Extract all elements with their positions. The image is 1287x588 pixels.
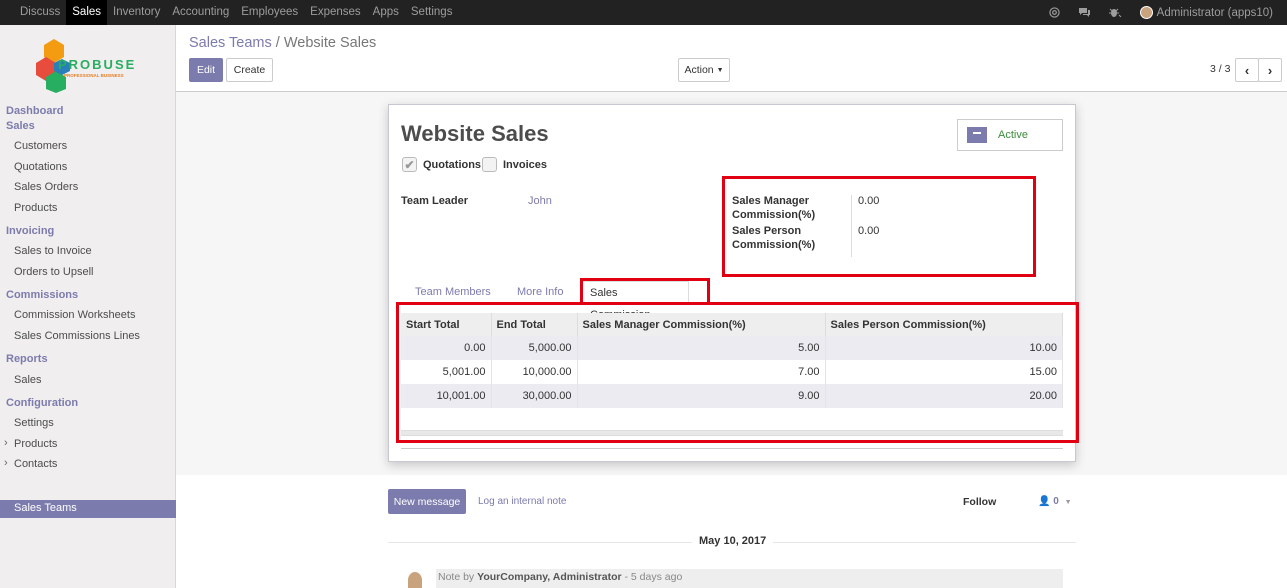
at-icon[interactable] xyxy=(1048,7,1060,18)
quotations-option[interactable]: ✔ Quotations xyxy=(402,157,481,172)
chevron-right-icon: › xyxy=(1267,62,1273,78)
caret-down-icon: ▼ xyxy=(1064,499,1072,506)
sidebar-item-customers[interactable]: Customers xyxy=(14,140,67,152)
active-toggle-button[interactable]: Active xyxy=(957,119,1063,151)
top-navbar: Discuss Sales Inventory Accounting Emplo… xyxy=(0,0,1287,25)
follow-button[interactable]: Follow xyxy=(963,496,996,508)
note-time: - 5 days ago xyxy=(624,571,683,583)
pager-previous-button[interactable]: ‹ xyxy=(1235,58,1259,82)
company-logo: PROBUSE PROFESSIONAL BUSINESS xyxy=(34,37,144,93)
message-date: May 10, 2017 xyxy=(692,535,774,547)
sidebar-item-config-products[interactable]: Products xyxy=(4,437,58,450)
author-avatar xyxy=(408,572,422,588)
sidebar-item-sales-orders[interactable]: Sales Orders xyxy=(14,181,78,193)
breadcrumb-current: Website Sales xyxy=(283,35,377,51)
sidebar-item-settings[interactable]: Settings xyxy=(14,417,54,429)
highlight-sales-commission-tab xyxy=(580,278,710,305)
invoices-label: Invoices xyxy=(503,158,548,171)
note-author[interactable]: YourCompany, Administrator xyxy=(477,571,621,583)
action-label: Action xyxy=(684,64,714,76)
sidebar-section-configuration: Configuration xyxy=(6,397,79,409)
sidebar-item-contacts[interactable]: Contacts xyxy=(4,457,58,470)
sidebar-section-reports: Reports xyxy=(6,353,48,365)
menu-employees[interactable]: Employees xyxy=(235,0,304,25)
followers-button[interactable]: 👤 0 ▼ xyxy=(1038,496,1072,507)
sidebar-section-invoicing: Invoicing xyxy=(6,225,55,237)
log-note-button[interactable]: Log an internal note xyxy=(478,496,566,507)
menu-expenses[interactable]: Expenses xyxy=(304,0,367,25)
sidebar-item-sales-to-invoice[interactable]: Sales to Invoice xyxy=(14,245,92,257)
menu-sales[interactable]: Sales xyxy=(66,0,108,25)
menu-discuss[interactable]: Discuss xyxy=(14,0,66,25)
bug-icon[interactable] xyxy=(1108,7,1122,18)
caret-down-icon: ▼ xyxy=(716,66,724,74)
menu-settings[interactable]: Settings xyxy=(405,0,459,25)
sidebar-section-sales: Sales xyxy=(6,120,35,132)
chatter: New message Log an internal note Follow … xyxy=(0,475,1287,588)
invoices-checkbox[interactable] xyxy=(482,157,497,172)
team-leader-value[interactable]: John xyxy=(528,195,552,207)
app-menu: Discuss Sales Inventory Accounting Emplo… xyxy=(14,0,458,25)
create-button[interactable]: Create xyxy=(226,58,273,82)
active-label: Active xyxy=(998,129,1028,141)
breadcrumb: Sales Teams / Website Sales xyxy=(189,35,376,51)
sidebar-dashboard[interactable]: Dashboard xyxy=(6,105,63,117)
team-name[interactable]: Website Sales xyxy=(401,121,549,147)
sidebar-item-sales-commissions-lines[interactable]: Sales Commissions Lines xyxy=(14,330,140,342)
sidebar-item-reports-sales[interactable]: Sales xyxy=(14,374,42,386)
breadcrumb-parent[interactable]: Sales Teams xyxy=(189,35,272,51)
invoices-option[interactable]: Invoices xyxy=(482,157,547,172)
pager-value: 3 / 3 xyxy=(1210,63,1231,75)
divider xyxy=(401,448,1063,449)
tab-more-info[interactable]: More Info xyxy=(503,281,577,304)
quotations-label: Quotations xyxy=(423,158,482,171)
sidebar-section-commissions: Commissions xyxy=(6,289,79,301)
user-icon: 👤 xyxy=(1038,496,1051,507)
edit-button[interactable]: Edit xyxy=(189,58,223,82)
archive-icon xyxy=(967,127,987,143)
sidebar-item-products[interactable]: Products xyxy=(14,202,57,214)
systray: Administrator (apps10) xyxy=(1040,0,1287,25)
action-dropdown[interactable]: Action ▼ xyxy=(678,58,730,82)
highlight-commission-table xyxy=(396,302,1079,443)
logo-name: PROBUSE xyxy=(58,57,137,72)
new-message-button[interactable]: New message xyxy=(388,489,466,514)
notebook-tabs: Team Members More Info Sales Commission xyxy=(401,281,1065,321)
tab-team-members[interactable]: Team Members xyxy=(401,281,505,304)
chevron-left-icon: ‹ xyxy=(1244,62,1250,78)
followers-count: 0 xyxy=(1053,496,1059,507)
menu-inventory[interactable]: Inventory xyxy=(107,0,166,25)
menu-accounting[interactable]: Accounting xyxy=(166,0,235,25)
note-prefix: Note by xyxy=(438,571,475,583)
user-name: Administrator (apps10) xyxy=(1156,6,1273,19)
sidebar-item-orders-to-upsell[interactable]: Orders to Upsell xyxy=(14,266,93,278)
message-note: Note by YourCompany, Administrator - 5 d… xyxy=(436,569,1063,588)
highlight-commission-fields xyxy=(722,176,1036,277)
chat-icon[interactable] xyxy=(1078,7,1091,18)
logo-tagline: PROFESSIONAL BUSINESS xyxy=(64,73,124,78)
control-panel: Sales Teams / Website Sales Edit Create … xyxy=(176,25,1287,92)
breadcrumb-separator: / xyxy=(275,35,280,51)
sidebar-item-quotations[interactable]: Quotations xyxy=(14,161,67,173)
menu-apps[interactable]: Apps xyxy=(367,0,405,25)
quotations-checkbox[interactable]: ✔ xyxy=(402,157,417,172)
team-leader-label: Team Leader xyxy=(401,195,469,207)
user-menu[interactable]: Administrator (apps10) xyxy=(1139,6,1273,19)
sidebar-item-commission-worksheets[interactable]: Commission Worksheets xyxy=(14,309,135,321)
avatar xyxy=(1139,6,1153,19)
pager-next-button[interactable]: › xyxy=(1258,58,1282,82)
